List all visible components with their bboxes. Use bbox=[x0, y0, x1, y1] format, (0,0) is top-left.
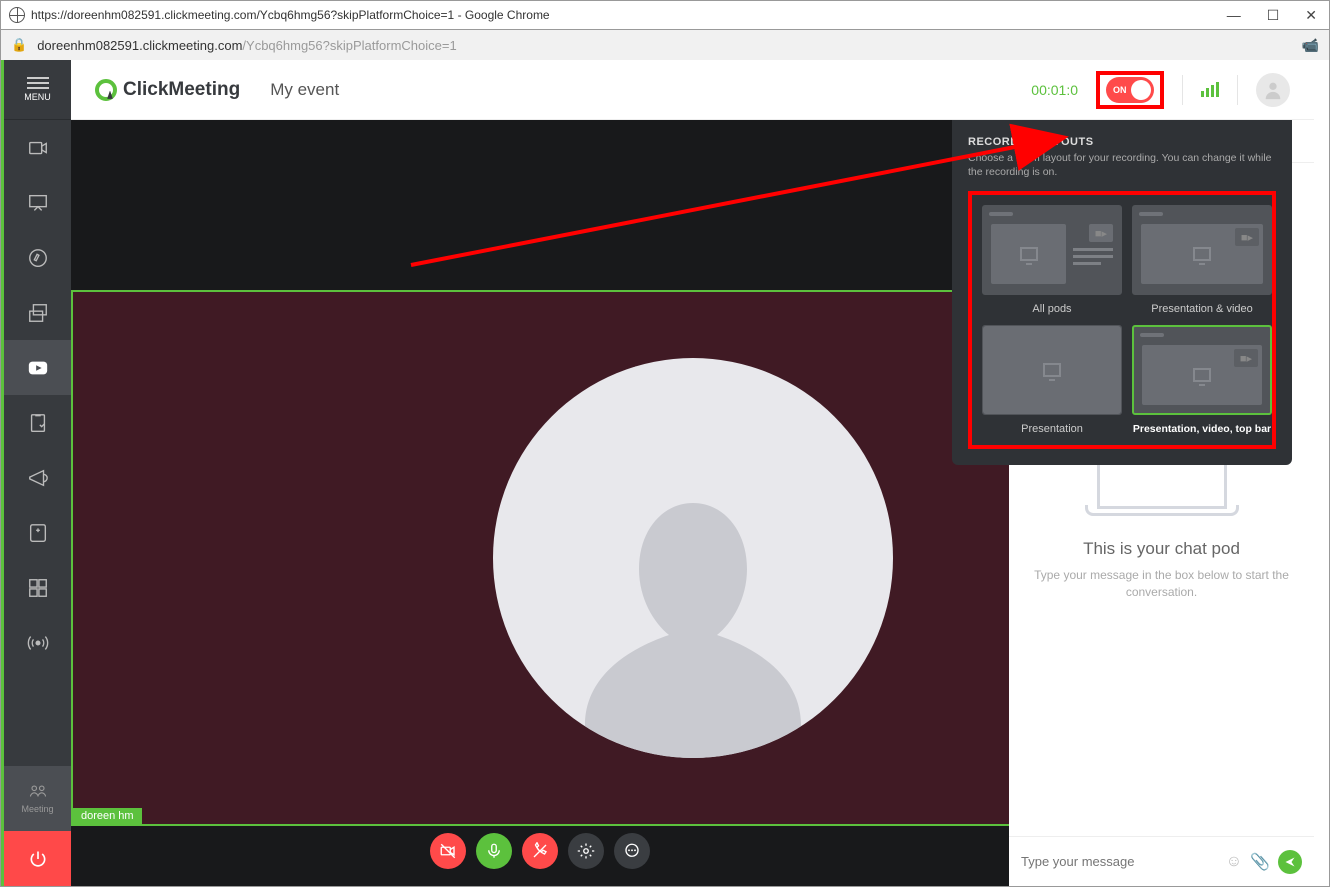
sidebar-whiteboard[interactable] bbox=[4, 230, 71, 285]
sidebar-survey[interactable] bbox=[4, 395, 71, 450]
chat-input[interactable] bbox=[1021, 854, 1218, 869]
popover-desc: Choose a room layout for your recording.… bbox=[968, 152, 1276, 179]
bottom-controls bbox=[71, 826, 1009, 876]
minimize-button[interactable]: — bbox=[1223, 7, 1245, 24]
layout-label: Presentation & video bbox=[1151, 303, 1253, 315]
attach-icon[interactable]: 📎 bbox=[1250, 852, 1270, 872]
camera-toggle-button[interactable] bbox=[430, 833, 466, 869]
avatar[interactable] bbox=[1256, 73, 1290, 107]
chat-toggle-button[interactable] bbox=[614, 833, 650, 869]
sidebar-presentation[interactable] bbox=[4, 175, 71, 230]
avatar-placeholder bbox=[493, 358, 893, 758]
brand-name: ClickMeeting bbox=[123, 79, 240, 101]
annotation-toggle-highlight: ON bbox=[1096, 71, 1164, 109]
logo[interactable]: ClickMeeting bbox=[95, 79, 240, 101]
event-name: My event bbox=[270, 80, 339, 100]
globe-icon bbox=[9, 7, 25, 23]
app-header: ClickMeeting My event 00:01:0 ON bbox=[71, 60, 1314, 120]
hamburger-icon bbox=[27, 77, 49, 89]
av-settings-button[interactable] bbox=[568, 833, 604, 869]
chat-title: This is your chat pod bbox=[1083, 539, 1240, 559]
window-title: https://doreenhm082591.clickmeeting.com/… bbox=[31, 8, 550, 22]
layout-label: Presentation, video, top bar bbox=[1133, 423, 1271, 435]
user-label: doreen hm bbox=[73, 808, 142, 824]
recorder-layouts-popover: RECORDER LAYOUTS Choose a room layout fo… bbox=[952, 120, 1292, 465]
sidebar-stream[interactable] bbox=[4, 615, 71, 670]
logo-icon bbox=[95, 79, 117, 101]
send-button[interactable] bbox=[1278, 850, 1302, 874]
chat-input-row: ☺ 📎 bbox=[1009, 836, 1314, 886]
timer: 00:01:0 bbox=[1031, 82, 1078, 98]
sidebar: MENU Meeting bbox=[1, 60, 71, 886]
url-host: doreenhm082591.clickmeeting.com bbox=[37, 38, 242, 53]
menu-label: MENU bbox=[24, 92, 51, 102]
close-button[interactable]: ✕ bbox=[1301, 7, 1321, 24]
layout-all-pods[interactable]: ■▸ All pods bbox=[982, 205, 1122, 315]
browser-titlebar: https://doreenhm082591.clickmeeting.com/… bbox=[0, 0, 1330, 30]
sidebar-breakout[interactable] bbox=[4, 560, 71, 615]
phone-toggle-button[interactable] bbox=[522, 833, 558, 869]
sidebar-youtube[interactable] bbox=[4, 340, 71, 395]
maximize-button[interactable]: ☐ bbox=[1263, 7, 1284, 24]
signal-icon[interactable] bbox=[1201, 82, 1219, 97]
sidebar-qa[interactable] bbox=[4, 505, 71, 560]
layout-presentation[interactable]: Presentation bbox=[982, 325, 1122, 435]
sidebar-cta[interactable] bbox=[4, 450, 71, 505]
meeting-label: Meeting bbox=[21, 804, 53, 814]
layout-presentation-video-topbar[interactable]: ■▸ Presentation, video, top bar bbox=[1132, 325, 1272, 435]
camera-indicator-icon[interactable]: 📹 bbox=[1302, 37, 1319, 54]
layout-label: Presentation bbox=[1021, 423, 1083, 435]
annotation-layouts-highlight: ■▸ All pods ■▸ Presentation & video bbox=[968, 191, 1276, 449]
sidebar-meeting-mode[interactable]: Meeting bbox=[4, 766, 71, 831]
window-controls: — ☐ ✕ bbox=[1223, 7, 1321, 24]
url-path: /Ycbq6hmg56?skipPlatformChoice=1 bbox=[242, 38, 456, 53]
mic-toggle-button[interactable] bbox=[476, 833, 512, 869]
toggle-label: ON bbox=[1113, 85, 1127, 95]
sidebar-screenshare[interactable] bbox=[4, 285, 71, 340]
lock-icon: 🔒 bbox=[11, 37, 27, 53]
sidebar-av[interactable] bbox=[4, 120, 71, 175]
menu-button[interactable]: MENU bbox=[4, 60, 71, 120]
recording-toggle[interactable]: ON bbox=[1106, 77, 1154, 103]
popover-title: RECORDER LAYOUTS bbox=[968, 136, 1276, 148]
layout-presentation-video[interactable]: ■▸ Presentation & video bbox=[1132, 205, 1272, 315]
layout-label: All pods bbox=[1032, 303, 1071, 315]
sidebar-end-event[interactable] bbox=[4, 831, 71, 886]
toggle-knob bbox=[1131, 80, 1151, 100]
emoji-icon[interactable]: ☺ bbox=[1226, 853, 1242, 871]
browser-addressbar[interactable]: 🔒 doreenhm082591.clickmeeting.com/Ycbq6h… bbox=[0, 30, 1330, 60]
chat-subtitle: Type your message in the box below to st… bbox=[1029, 567, 1294, 601]
